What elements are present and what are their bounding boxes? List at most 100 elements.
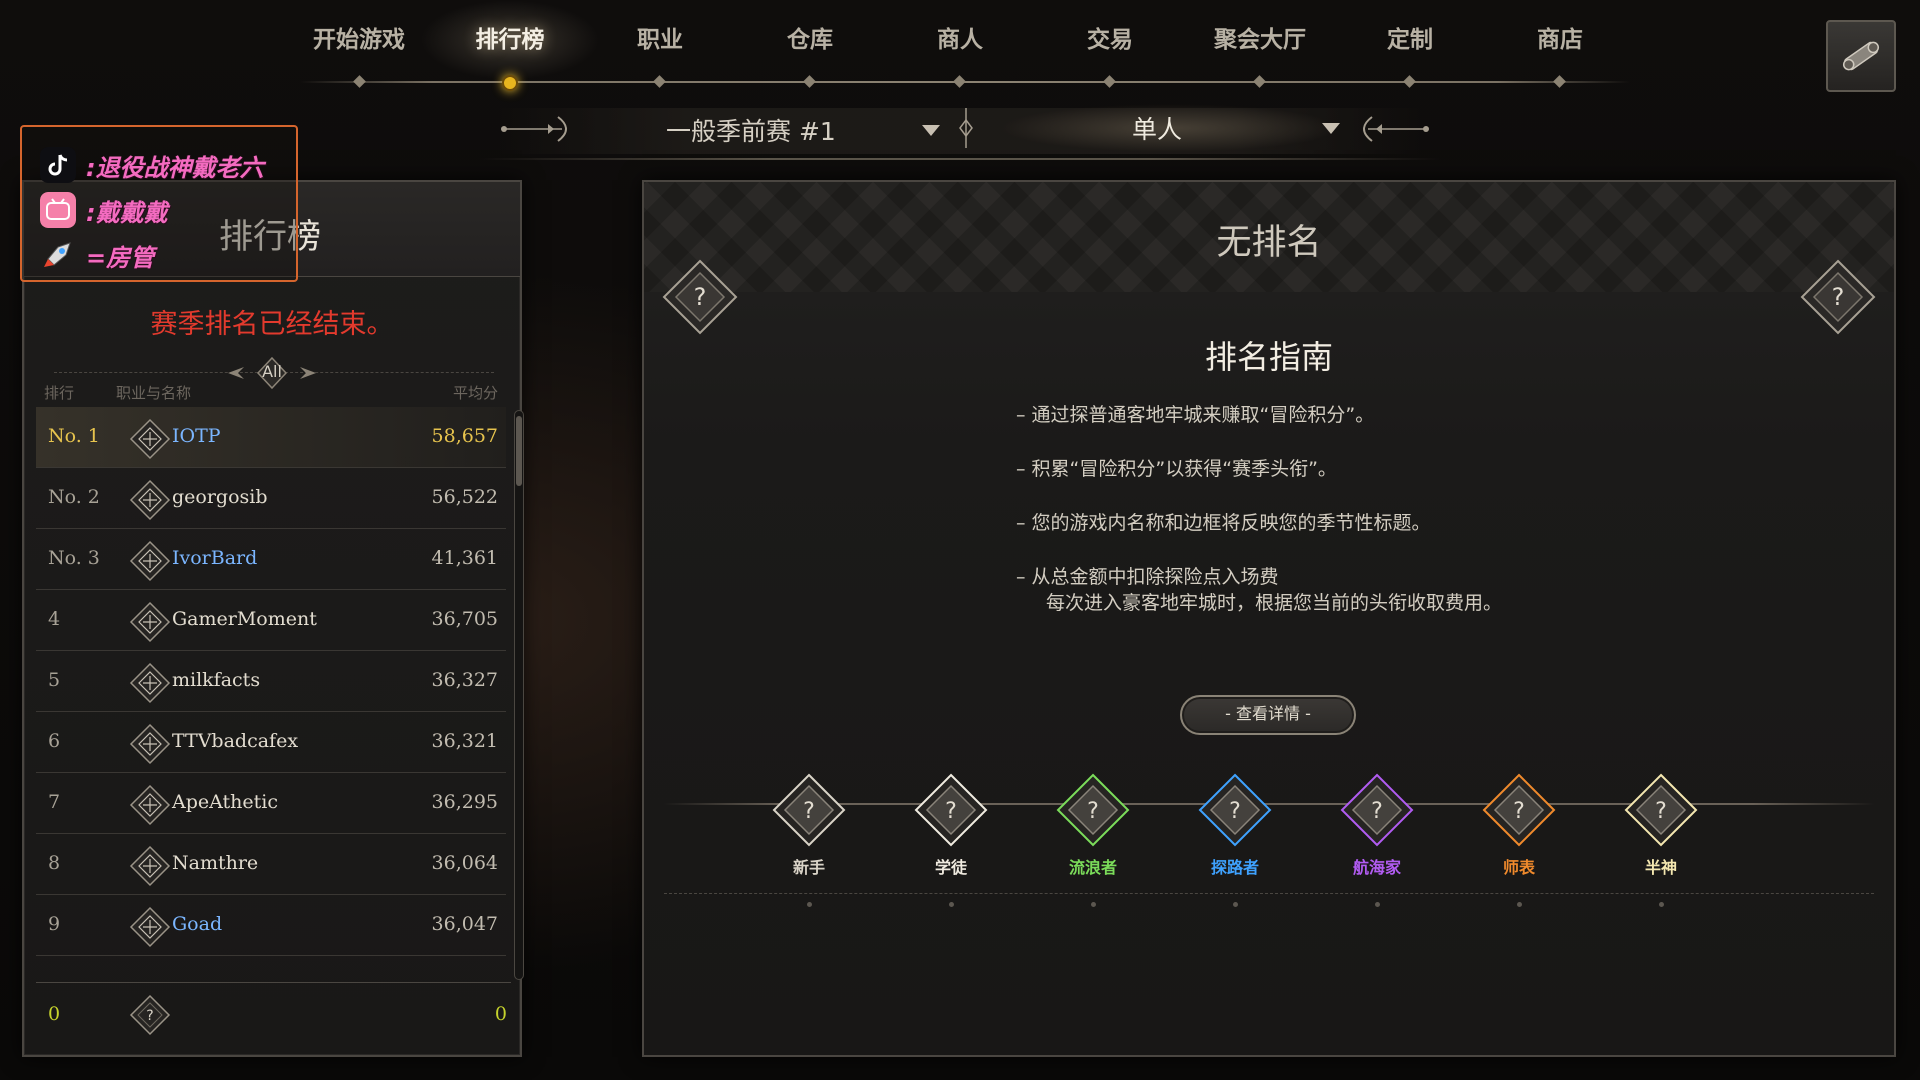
class-emblem-icon [129,479,171,521]
svg-text:?: ? [803,799,815,824]
leaderboard-row[interactable]: 8 Namthre 36,064 [36,834,506,895]
class-emblem-icon [129,845,171,887]
nav-marker [1403,75,1416,88]
row-player-name: IvorBard [172,547,258,569]
tier-badge[interactable]: ? 半神 [1611,772,1711,907]
class-emblem-icon [129,662,171,704]
leaderboard-row[interactable]: 6 TTVbadcafex 36,321 [36,712,506,773]
row-score: 36,064 [431,852,498,874]
leaderboard-row[interactable]: 7 ApeAthetic 36,295 [36,773,506,834]
class-emblem-icon [129,601,171,643]
leaderboard-row[interactable]: No. 2 georgosib 56,522 [36,468,506,529]
tier-dot [1232,902,1238,907]
moderator-label: =房管 [86,243,155,272]
mode-dropdown[interactable]: 单人 [1000,104,1340,152]
leaderboard-list: No. 1 IOTP 58,657 No. 2 georgosib 56,522 No. 3… [36,407,511,967]
tiktok-row: :退役战神戴老六 [40,145,264,185]
row-rank: 5 [48,669,61,691]
filter-bar-divider [480,158,1440,160]
rank-emblem-right-icon: ? [1800,259,1876,335]
tab-customize[interactable]: 定制 [1345,20,1475,60]
row-score: 36,295 [431,791,498,813]
tier-badge[interactable]: ? 新手 [759,772,859,907]
nav-marker [353,75,366,88]
tier-badge[interactable]: ? 学徒 [901,772,1001,907]
scroll-map-button[interactable] [1826,20,1896,92]
own-rank-row: 0 ? 0 [36,982,511,1044]
chevron-down-icon [1322,122,1340,134]
row-rank: 7 [48,791,61,813]
tab-merchants[interactable]: 商人 [895,20,1025,60]
leaderboard-scrollbar[interactable] [514,410,524,980]
filter-bar: 一般季前赛 #1 单人 [480,100,1440,160]
leaderboard-row[interactable]: No. 1 IOTP 58,657 [36,407,506,468]
svg-text:?: ? [694,283,707,311]
tier-emblem-icon: ? [1198,773,1272,847]
tab-leaderboard[interactable]: 排行榜 [445,20,575,60]
season-ended-notice: 赛季排名已经结束。 [150,309,394,340]
row-rank: 4 [48,608,61,630]
season-dropdown[interactable]: 一般季前赛 #1 [640,108,940,152]
row-player-name: GamerMoment [172,608,317,630]
leaderboard-row[interactable]: 5 milkfacts 36,327 [36,651,506,712]
tier-label: 学徒 [934,858,967,877]
tier-dot [1374,902,1380,907]
rank-emblem-left-icon: ? [662,259,738,335]
row-score: 36,321 [431,730,498,752]
tier-dot [806,902,812,907]
leaderboard-row[interactable]: No. 3 IvorBard 41,361 [36,529,506,590]
svg-text:?: ? [1513,799,1525,824]
tier-badge[interactable]: ? 航海家 [1327,772,1427,907]
tab-shop[interactable]: 商店 [1495,20,1625,60]
class-emblem-icon [128,966,172,967]
tier-badge[interactable]: ? 探路者 [1185,772,1285,907]
row-score: 58,657 [431,425,498,447]
nav-marker [1553,75,1566,88]
nav-marker [803,75,816,88]
tier-badge[interactable]: ? 师表 [1469,772,1569,907]
moderator-row: =房管 [40,235,154,275]
nav-marker [1103,75,1116,88]
streamer-overlay: :退役战神戴老六 :戴戴戴 =房管 [20,125,298,282]
tier-label: 师表 [1502,858,1535,877]
tab-trade[interactable]: 交易 [1045,20,1175,60]
class-emblem-icon [129,723,171,765]
tier-dot [1658,902,1664,907]
ornament-divider-icon [959,108,973,148]
guide-item: – 从总金额中扣除探险点入场费 [1016,566,1279,588]
own-score: 0 [494,1003,507,1025]
leaderboard-row[interactable]: 9 Goad 36,047 [36,895,506,956]
tier-label: 流浪者 [1068,858,1117,877]
bilibili-icon [40,192,76,228]
leaderboard-row[interactable]: 4 GamerMoment 36,705 [36,590,506,651]
tab-start-game[interactable]: 开始游戏 [294,20,424,60]
tab-stash[interactable]: 仓库 [745,20,875,60]
tier-badge[interactable]: ? 流浪者 [1043,772,1143,907]
row-score: 36,705 [431,608,498,630]
tab-classes[interactable]: 职业 [595,20,725,60]
column-rank: 排行 [44,384,75,402]
row-player-name: Namthre [172,852,259,874]
row-player-name: IOTP [172,425,221,447]
tier-dot [1090,902,1096,907]
tier-dot [948,902,954,907]
tab-gathering-hall[interactable]: 聚会大厅 [1195,20,1325,60]
tier-label: 新手 [792,858,825,877]
view-details-button[interactable]: - 查看详情 - [1180,695,1356,735]
tier-emblem-icon: ? [1624,773,1698,847]
mode-value: 单人 [1132,115,1183,144]
scroll-icon [1842,41,1880,71]
guide-item: – 通过探普通客地牢城来赚取“冒险积分”。 [1016,404,1375,426]
tiktok-handle: :退役战神戴老六 [86,153,264,182]
svg-text:?: ? [945,799,957,824]
leaderboard-row[interactable]: 10Fsun334,432 [36,956,506,967]
nav-marker [1253,75,1266,88]
chevron-down-icon [922,124,940,136]
guide-item-subline: 每次进入豪客地牢城时，根据您当前的头衔收取费用。 [1046,592,1503,614]
top-navigation: 开始游戏 排行榜 职业 仓库 商人 交易 聚会大厅 定制 商店 [0,0,1920,92]
class-filter-selector[interactable]: All [224,355,320,391]
bilibili-row: :戴戴戴 [40,190,168,230]
row-player-name: Goad [172,913,223,935]
scroll-thumb[interactable] [516,416,522,486]
guide-item: – 您的游戏内名称和边框将反映您的季节性标题。 [1016,512,1431,534]
